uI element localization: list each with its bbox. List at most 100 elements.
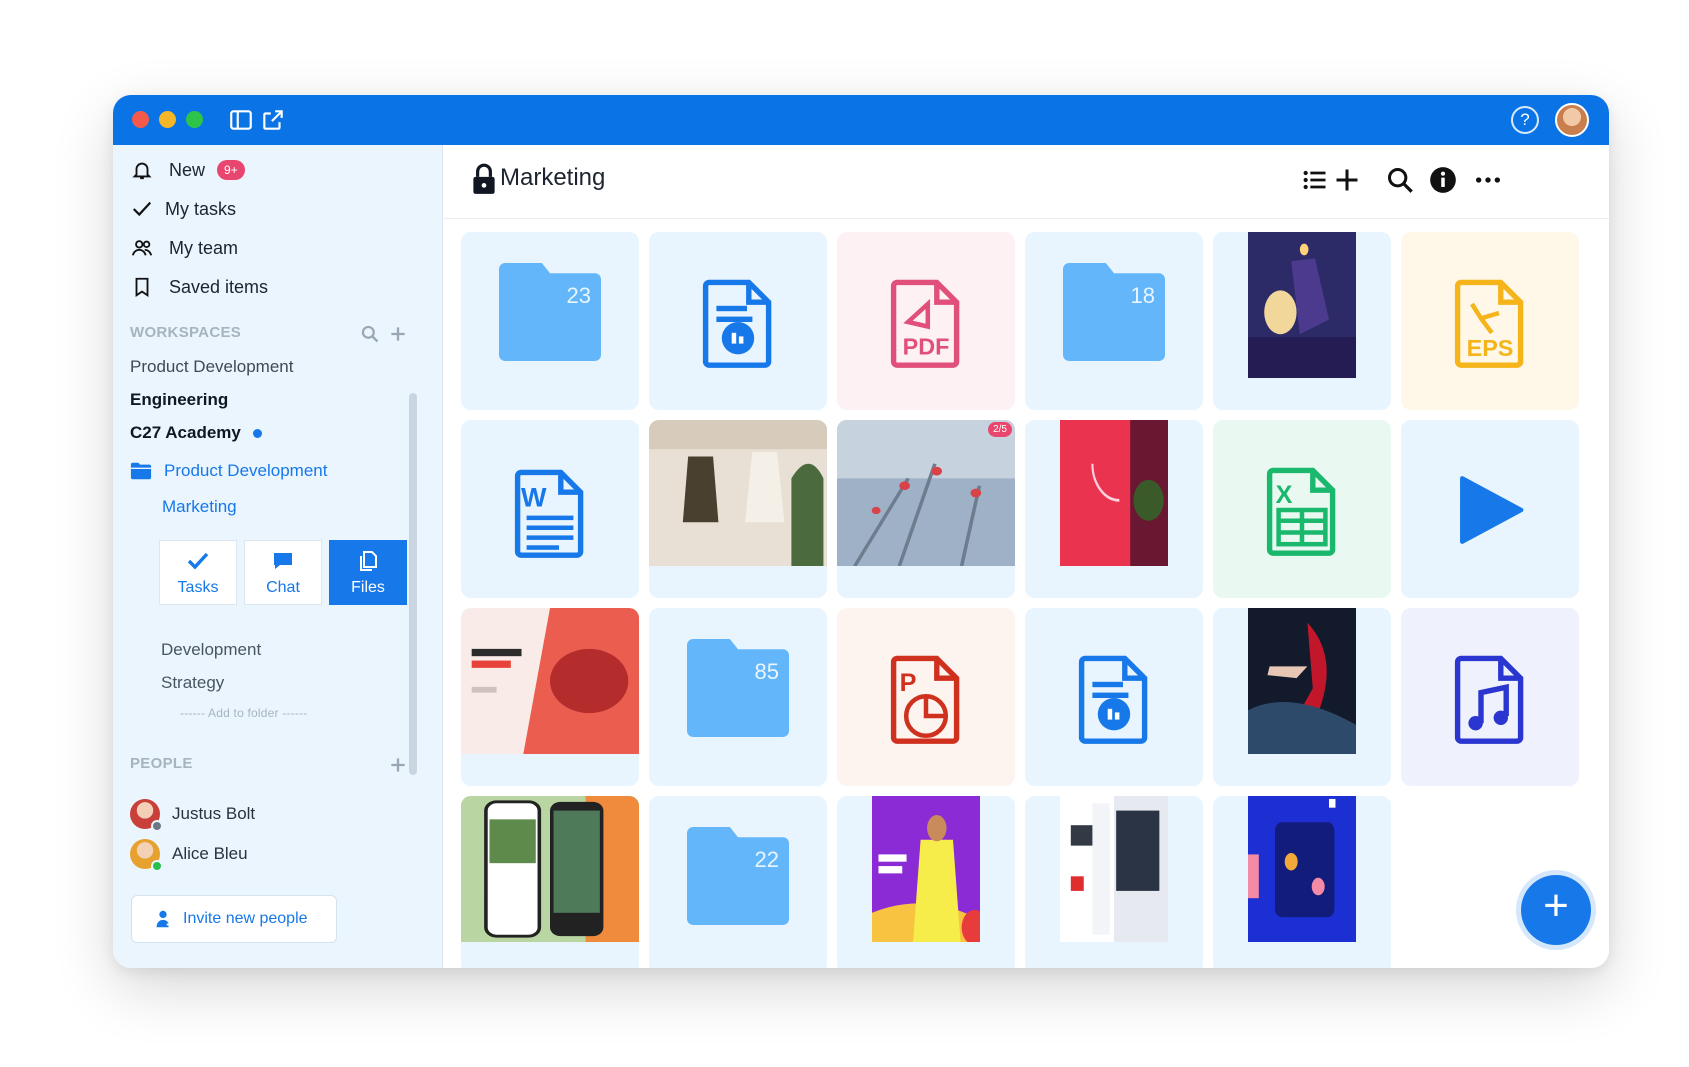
file-tile-chat-doc[interactable] [1025,608,1203,786]
checkmark-icon [132,201,152,217]
sidebar-scrollbar[interactable] [409,393,417,775]
file-tile-audio[interactable] [1401,608,1579,786]
nav-my-tasks-label: My tasks [165,198,237,219]
file-tile-gather-round-poster[interactable] [1213,796,1391,968]
folder-product-development[interactable]: Product Development [130,461,327,481]
add-to-folder-link[interactable]: ------ Add to folder ------ [180,706,307,720]
excel-file-icon: X [1266,467,1336,556]
minimize-window-button[interactable] [159,111,176,128]
more-options-icon[interactable] [1474,166,1502,194]
file-tile-pdf[interactable]: PDF [837,232,1015,410]
svg-text:W: W [521,483,547,513]
file-tile-folder[interactable]: 22 [649,796,827,968]
app-window: ? New 9+ My tasks My team Saved items WO… [113,95,1609,968]
file-tile-excel[interactable]: X [1213,420,1391,598]
file-tile-chat-doc[interactable] [649,232,827,410]
file-tile-night-scene[interactable] [1213,232,1391,410]
nav-my-team[interactable]: My team [131,233,238,263]
play-video-icon [1460,476,1524,544]
file-tile-powerpoint[interactable]: P [837,608,1015,786]
lock-icon [473,163,495,194]
add-icon[interactable] [1333,166,1361,194]
nav-new-label: New [169,159,206,180]
fashion-models-thumbnail [649,420,827,566]
user-avatar[interactable] [1555,103,1589,137]
folder-item-count: 18 [1130,283,1155,308]
status-dot [151,820,163,832]
tab-tasks[interactable]: Tasks [159,540,237,605]
open-external-icon[interactable] [260,107,286,133]
web-layout-thumbnail [1060,796,1168,942]
svg-text:EPS: EPS [1467,335,1514,361]
file-tile-summer-collection[interactable] [837,796,1015,968]
svg-text:P: P [900,669,917,697]
workspace-c27-academy[interactable]: C27 Academy [130,423,262,443]
person-alice-bleu[interactable]: Alice Bleu [130,839,248,872]
workspace-product-development[interactable]: Product Development [130,357,293,377]
team-icon [131,240,153,256]
bell-icon [132,162,152,180]
people-title: PEOPLE [130,755,193,772]
file-tile-video[interactable] [1401,420,1579,598]
file-tile-folder[interactable]: 23 [461,232,639,410]
info-icon[interactable] [1429,166,1457,194]
bookmark-icon [135,277,149,297]
tab-files[interactable]: Files [329,540,407,605]
tab-chat[interactable]: Chat [244,540,322,605]
sidebar: New 9+ My tasks My team Saved items WORK… [113,145,443,968]
tab-chat-label: Chat [266,578,300,596]
list-view-icon[interactable] [1301,166,1329,194]
gather-round-poster-thumbnail [1248,796,1356,942]
add-person-icon[interactable] [388,755,408,775]
neon-room-thumbnail [1060,420,1168,566]
night-scene-thumbnail [1248,232,1356,378]
nav-saved-items[interactable]: Saved items [131,272,268,302]
add-user-icon [156,910,173,928]
file-tile-winter-berries[interactable]: 2/5 [837,420,1015,598]
person-justus-bolt[interactable]: Justus Bolt [130,799,255,832]
avatar [130,799,163,832]
word-file-icon: W [514,469,584,558]
help-icon[interactable]: ? [1511,106,1539,134]
nav-my-tasks[interactable]: My tasks [131,194,236,224]
check-icon [187,552,209,569]
file-tile-travel-app[interactable] [461,796,639,968]
file-tile-fashion-models[interactable] [649,420,827,598]
travel-app-thumbnail [461,796,639,942]
add-workspace-icon[interactable] [388,324,408,344]
nav-saved-items-label: Saved items [169,276,269,297]
sidebar-toggle-icon[interactable] [228,107,254,133]
file-tile-folder[interactable]: 18 [1025,232,1203,410]
folder-icon [1063,263,1165,361]
folder-item-count: 22 [754,847,779,872]
avatar [130,839,163,872]
file-tile-web-layout[interactable] [1025,796,1203,968]
winter-berries-thumbnail [837,420,1015,566]
file-tile-folder[interactable]: 85 [649,608,827,786]
subfolder-development[interactable]: Development [161,640,261,660]
pdf-file-icon: PDF [890,279,960,368]
file-tile-neon-room[interactable] [1025,420,1203,598]
main-panel: Marketing 23 PDF 18 EPS W 2/5 X 85 P 22 + [444,145,1609,968]
nav-new[interactable]: New 9+ [131,155,245,185]
dancer-red-dress-thumbnail [1248,608,1356,754]
file-tile-dancer-red-dress[interactable] [1213,608,1391,786]
defining-the-new-art-thumbnail [461,608,639,754]
file-tile-word[interactable]: W [461,420,639,598]
subfolder-strategy[interactable]: Strategy [161,673,224,693]
workspace-engineering[interactable]: Engineering [130,390,228,410]
page-title: Marketing [500,164,606,191]
workspaces-title: WORKSPACES [130,324,242,341]
folder-icon [687,827,789,925]
chat-document-icon [702,279,772,368]
search-icon[interactable] [1386,166,1414,194]
file-tile-defining-the-new-art[interactable] [461,608,639,786]
close-window-button[interactable] [132,111,149,128]
audio-file-icon [1454,655,1524,744]
search-workspaces-icon[interactable] [360,324,380,344]
file-tile-eps[interactable]: EPS [1401,232,1579,410]
maximize-window-button[interactable] [186,111,203,128]
subfolder-marketing[interactable]: Marketing [162,497,237,517]
add-file-fab-button[interactable]: + [1521,875,1591,945]
invite-new-people-button[interactable]: Invite new people [131,895,337,943]
